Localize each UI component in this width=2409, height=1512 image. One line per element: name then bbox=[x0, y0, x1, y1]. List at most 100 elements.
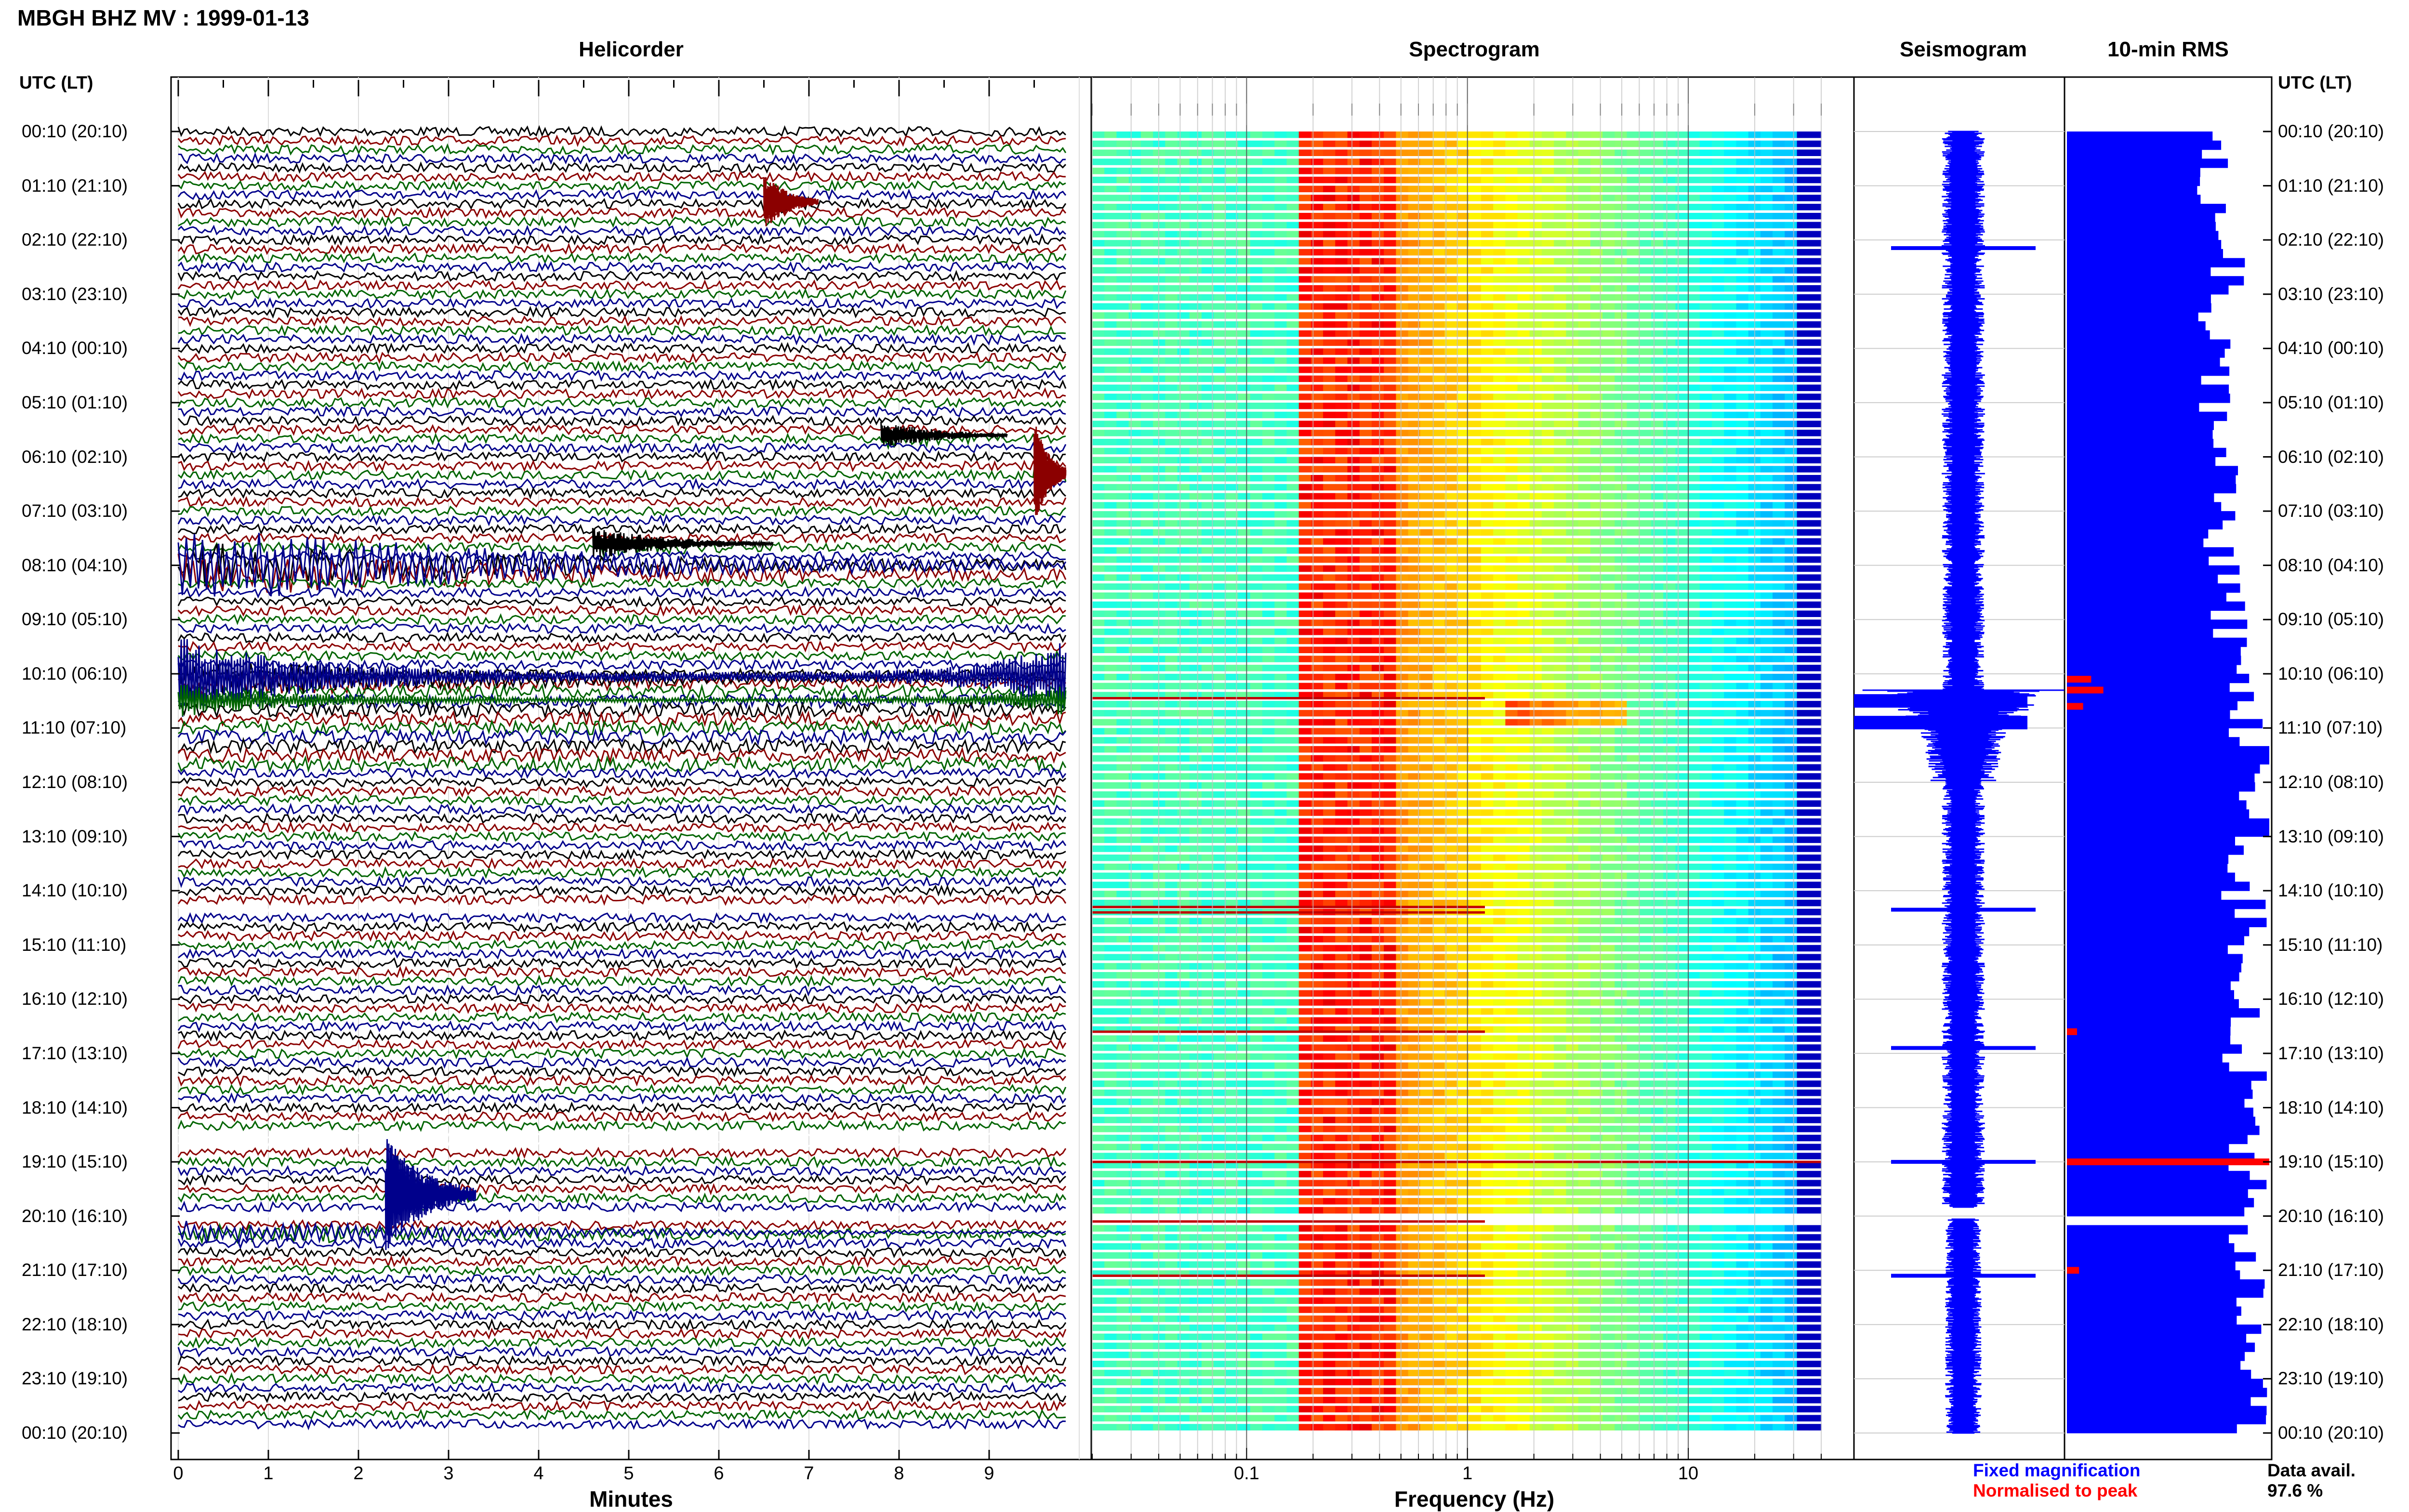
spectrogram-cell bbox=[1590, 303, 1603, 310]
spectrogram-cell bbox=[1396, 511, 1409, 518]
spectrogram-cell bbox=[1384, 176, 1396, 184]
spectrogram-cell bbox=[1177, 710, 1190, 717]
spectrogram-cell bbox=[1262, 583, 1275, 590]
spectrogram-cell bbox=[1760, 249, 1773, 256]
spectrogram-cell bbox=[1809, 683, 1822, 690]
spectrogram-cell bbox=[1542, 140, 1554, 147]
spectrogram-cell bbox=[1165, 610, 1178, 617]
spectrogram-cell bbox=[1542, 484, 1554, 491]
spectrogram-cell bbox=[1298, 484, 1311, 491]
spectrogram-cell bbox=[1396, 195, 1409, 201]
spectrogram-cell bbox=[1797, 502, 1810, 509]
spectrogram-cell bbox=[1529, 800, 1542, 807]
spectrogram-cell bbox=[1116, 836, 1129, 843]
spectrogram-cell bbox=[1578, 809, 1591, 816]
spectrogram-cell bbox=[1627, 185, 1640, 193]
spectrogram-cell bbox=[1602, 222, 1615, 229]
spectrogram-cell bbox=[1724, 755, 1737, 762]
spectrogram-cell bbox=[1396, 601, 1409, 608]
spectrogram-cell bbox=[1712, 285, 1724, 292]
spectrogram-cell bbox=[1298, 366, 1311, 373]
spectrogram-cell bbox=[1238, 366, 1251, 373]
spectrogram-cell bbox=[1372, 447, 1384, 455]
spectrogram-cell bbox=[1116, 782, 1129, 789]
spectrogram-cell bbox=[1578, 366, 1591, 373]
spectrogram-cell bbox=[1104, 439, 1117, 446]
spectrogram-cell bbox=[1359, 168, 1372, 174]
spectrogram-cell bbox=[1274, 556, 1287, 563]
spectrogram-cell bbox=[1359, 583, 1372, 590]
spectrogram-cell bbox=[1773, 755, 1785, 762]
spectrogram-cell bbox=[1092, 845, 1105, 852]
spectrogram-cell bbox=[1615, 601, 1628, 608]
spectrogram-cell bbox=[1469, 394, 1482, 400]
spectrogram-cell bbox=[1724, 294, 1737, 301]
spectrogram-cell bbox=[1602, 520, 1615, 527]
spectrogram-cell bbox=[1140, 619, 1153, 626]
spectrogram-cell bbox=[1481, 195, 1494, 201]
spectrogram-cell bbox=[1785, 457, 1798, 463]
spectrogram-cell bbox=[1578, 619, 1591, 626]
spectrogram-cell bbox=[1177, 782, 1190, 789]
spectrogram-cell bbox=[1469, 556, 1482, 563]
spectrogram-cell bbox=[1347, 565, 1360, 572]
spectrogram-cell bbox=[1238, 800, 1251, 807]
spectrogram-cell bbox=[1602, 168, 1615, 174]
spectrogram-cell bbox=[1165, 457, 1178, 463]
spectrogram-cell bbox=[1092, 538, 1105, 545]
spectrogram-cell bbox=[1469, 294, 1482, 301]
spectrogram-cell bbox=[1384, 430, 1396, 436]
spectrogram-cell bbox=[1651, 484, 1664, 491]
spectrogram-cell bbox=[1384, 158, 1396, 165]
spectrogram-cell bbox=[1250, 249, 1263, 256]
spectrogram-cell bbox=[1505, 375, 1518, 382]
spectrogram-cell bbox=[1128, 258, 1141, 265]
spectrogram-cell bbox=[1578, 158, 1591, 165]
spectrogram-cell bbox=[1675, 665, 1688, 671]
spectrogram-cell bbox=[1736, 556, 1749, 563]
spectrogram-cell bbox=[1578, 827, 1591, 834]
spectrogram-cell bbox=[1298, 556, 1311, 563]
spectrogram-cell bbox=[1250, 728, 1263, 735]
spectrogram-cell bbox=[1092, 800, 1105, 807]
spectrogram-cell bbox=[1566, 475, 1579, 482]
spectrogram-cell bbox=[1785, 411, 1798, 419]
spectrogram-cell bbox=[1590, 583, 1603, 590]
spectrogram-cell bbox=[1128, 737, 1141, 744]
spectrogram-cell bbox=[1542, 430, 1554, 436]
spectrogram-cell bbox=[1505, 511, 1518, 518]
spectrogram-cell bbox=[1809, 556, 1822, 563]
spectrogram-cell bbox=[1590, 158, 1603, 165]
spectrogram-cell bbox=[1517, 520, 1530, 527]
spectrogram-cell bbox=[1554, 212, 1566, 220]
spectrogram-cell bbox=[1663, 276, 1676, 283]
spectrogram-cell bbox=[1602, 140, 1615, 147]
spectrogram-cell bbox=[1493, 168, 1506, 174]
spectrogram-cell bbox=[1347, 728, 1360, 735]
spectrogram-cell bbox=[1250, 556, 1263, 563]
spectrogram-cell bbox=[1578, 312, 1591, 319]
spectrogram-cell bbox=[1627, 665, 1640, 671]
spectrogram-cell bbox=[1335, 673, 1348, 681]
spectrogram-cell bbox=[1736, 629, 1749, 635]
spectrogram-cell bbox=[1566, 637, 1579, 644]
spectrogram-cell bbox=[1773, 185, 1785, 193]
spectrogram-cell bbox=[1505, 836, 1518, 843]
spectrogram-cell bbox=[1675, 619, 1688, 626]
spectrogram-cell bbox=[1773, 556, 1785, 563]
spectrogram-cell bbox=[1809, 610, 1822, 617]
spectrogram-cell bbox=[1396, 240, 1409, 247]
spectrogram-cell bbox=[1432, 168, 1445, 174]
spectrogram-cell bbox=[1542, 683, 1554, 690]
spectrogram-cell bbox=[1286, 583, 1299, 590]
spectrogram-cell bbox=[1298, 493, 1311, 500]
spectrogram-cell bbox=[1177, 619, 1190, 626]
spectrogram-cell bbox=[1128, 673, 1141, 681]
spectrogram-cell bbox=[1809, 430, 1822, 436]
spectrogram-cell bbox=[1286, 439, 1299, 446]
spectrogram-cell bbox=[1274, 583, 1287, 590]
spectrogram-cell bbox=[1432, 601, 1445, 608]
spectrogram-cell bbox=[1396, 168, 1409, 174]
spectrogram-cell bbox=[1274, 176, 1287, 184]
spectrogram-cell bbox=[1736, 366, 1749, 373]
